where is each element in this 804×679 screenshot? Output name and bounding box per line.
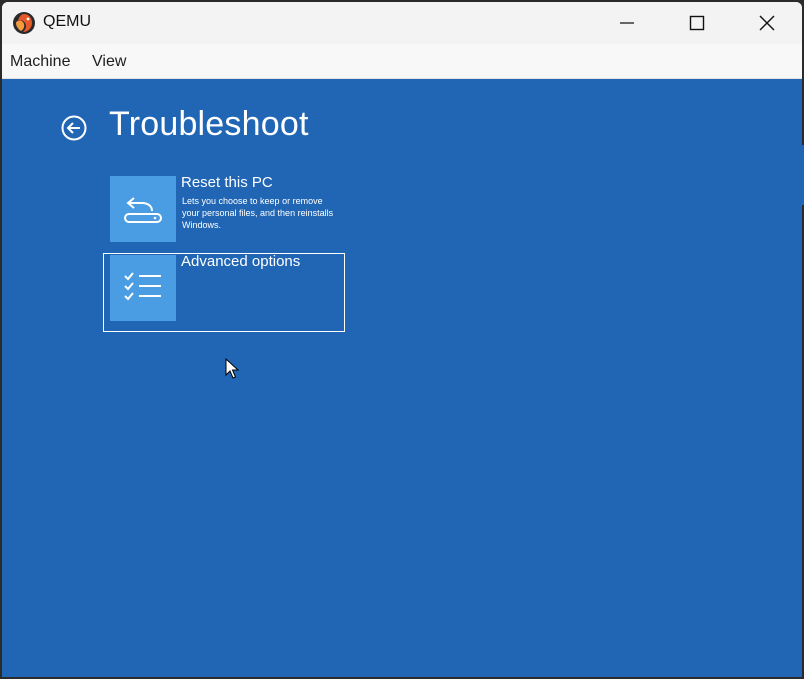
option-tile (110, 255, 176, 321)
option-reset-this-pc[interactable]: Reset this PC Lets you choose to keep or… (103, 174, 345, 253)
reset-pc-icon (124, 197, 162, 223)
back-arrow-circle-icon[interactable] (59, 113, 89, 143)
close-button[interactable] (732, 2, 802, 44)
menu-view[interactable]: View (92, 53, 126, 71)
checklist-icon (124, 272, 161, 301)
option-description: Lets you choose to keep or remove your p… (182, 196, 334, 230)
menu-bar: Machine View (2, 44, 802, 79)
title-bar[interactable]: QEMU (2, 2, 802, 44)
minimize-icon (620, 22, 634, 24)
option-advanced-options[interactable]: Advanced options (103, 253, 345, 332)
page-title: Troubleshoot (109, 105, 309, 143)
maximize-button[interactable] (662, 2, 732, 44)
close-icon (759, 15, 775, 31)
qemu-window: QEMU Machine View Troubleshoot Reset thi… (2, 2, 802, 677)
qemu-logo-icon (13, 12, 35, 34)
minimize-button[interactable] (592, 2, 662, 44)
option-title: Reset this PC (181, 174, 273, 191)
option-tile (110, 176, 176, 242)
vm-display[interactable]: Troubleshoot Reset this PC Lets you choo… (2, 79, 802, 677)
window-title: QEMU (43, 13, 91, 30)
maximize-icon (689, 15, 705, 31)
window-edge (800, 145, 804, 205)
menu-machine[interactable]: Machine (10, 53, 70, 71)
option-title: Advanced options (181, 253, 301, 270)
mouse-cursor-icon (225, 358, 239, 379)
